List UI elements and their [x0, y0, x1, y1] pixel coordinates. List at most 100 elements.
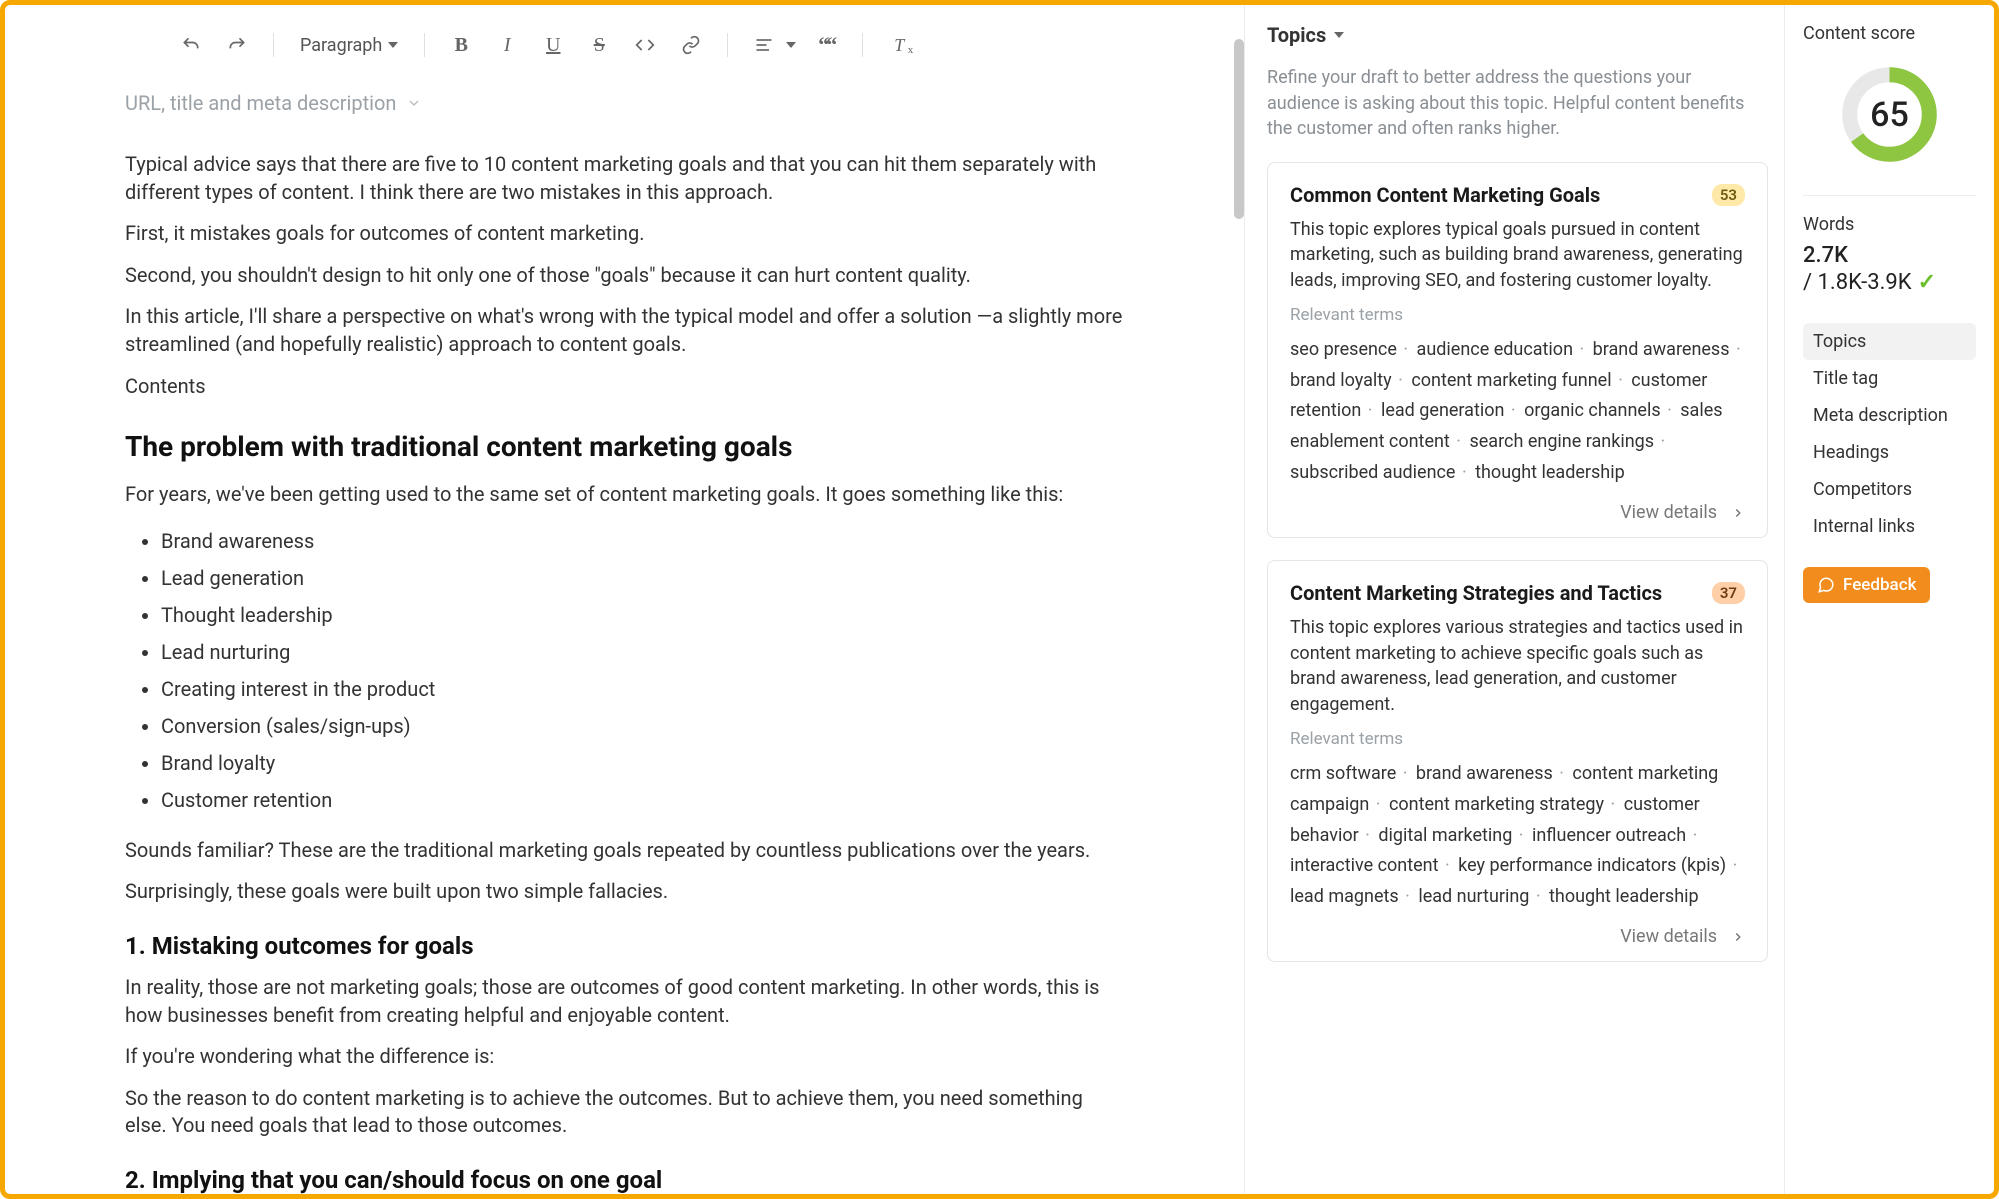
relevant-terms-label: Relevant terms: [1290, 305, 1745, 325]
term: crm software: [1290, 763, 1411, 784]
topic-terms: crm software brand awareness content mar…: [1290, 759, 1745, 912]
term: brand awareness: [1416, 763, 1568, 784]
list-item: Creating interest in the product: [161, 671, 1124, 708]
term: content marketing funnel: [1411, 370, 1626, 391]
editor-toolbar: Paragraph B I U S ““ Tx: [125, 29, 1124, 61]
toolbar-separator: [273, 33, 274, 57]
chevron-right-icon: [1731, 506, 1745, 520]
clear-format-icon[interactable]: Tx: [883, 29, 915, 61]
list-item: Brand loyalty: [161, 745, 1124, 782]
divider: [1803, 195, 1976, 196]
strikethrough-icon[interactable]: S: [583, 29, 615, 61]
chevron-down-icon: [786, 42, 796, 48]
term: content marketing strategy: [1389, 794, 1619, 815]
view-details-link[interactable]: View details: [1290, 502, 1745, 523]
list-item: Lead nurturing: [161, 634, 1124, 671]
term: search engine rankings: [1469, 431, 1669, 452]
term: lead generation: [1381, 400, 1520, 421]
quote-icon[interactable]: ““: [810, 29, 842, 61]
list-item: Customer retention: [161, 782, 1124, 819]
view-details-link[interactable]: View details: [1290, 926, 1745, 947]
code-icon[interactable]: [629, 29, 661, 61]
term: thought leadership: [1549, 886, 1705, 907]
words-value: 2.7K: [1803, 243, 1976, 268]
heading-2: The problem with traditional content mar…: [125, 430, 1124, 463]
term: lead nurturing: [1418, 886, 1544, 907]
term: brand loyalty: [1290, 370, 1407, 391]
score-nav: TopicsTitle tagMeta descriptionHeadingsC…: [1803, 323, 1976, 545]
topic-title: Common Content Marketing Goals: [1290, 183, 1600, 207]
term: brand awareness: [1593, 339, 1745, 360]
body-paragraph: If you're wondering what the difference …: [125, 1043, 1124, 1071]
score-nav-item[interactable]: Internal links: [1803, 508, 1976, 545]
feedback-label: Feedback: [1843, 575, 1916, 595]
score-nav-item[interactable]: Headings: [1803, 434, 1976, 471]
words-range: / 1.8K-3.9K ✓: [1803, 270, 1976, 295]
words-label: Words: [1803, 214, 1976, 235]
underline-icon[interactable]: U: [537, 29, 569, 61]
term: interactive content: [1290, 855, 1454, 876]
paragraph-style-dropdown[interactable]: Paragraph: [294, 31, 404, 60]
align-icon[interactable]: [748, 29, 780, 61]
topic-card: Common Content Marketing Goals53This top…: [1267, 162, 1768, 539]
url-meta-toggle[interactable]: URL, title and meta description: [125, 91, 1124, 115]
score-nav-item[interactable]: Title tag: [1803, 360, 1976, 397]
url-meta-label: URL, title and meta description: [125, 91, 396, 115]
body-paragraph: For years, we've been getting used to th…: [125, 481, 1124, 509]
bullet-list: Brand awarenessLead generationThought le…: [125, 523, 1124, 819]
score-nav-item[interactable]: Topics: [1803, 323, 1976, 360]
body-paragraph: Surprisingly, these goals were built upo…: [125, 878, 1124, 906]
term: digital marketing: [1378, 825, 1527, 846]
feedback-button[interactable]: Feedback: [1803, 567, 1930, 603]
chevron-down-icon: [1334, 32, 1344, 38]
topic-terms: seo presence audience education brand aw…: [1290, 335, 1745, 488]
term: thought leadership: [1475, 462, 1631, 483]
topic-score-badge: 37: [1712, 582, 1745, 604]
topics-dropdown[interactable]: Topics: [1267, 23, 1768, 47]
topic-title: Content Marketing Strategies and Tactics: [1290, 581, 1662, 605]
check-icon: ✓: [1918, 270, 1936, 295]
redo-icon[interactable]: [221, 29, 253, 61]
list-item: Conversion (sales/sign-ups): [161, 708, 1124, 745]
term: influencer outreach: [1532, 825, 1701, 846]
relevant-terms-label: Relevant terms: [1290, 729, 1745, 749]
score-nav-item[interactable]: Meta description: [1803, 397, 1976, 434]
term: key performance indicators (kpis): [1458, 855, 1741, 876]
link-icon[interactable]: [675, 29, 707, 61]
score-donut: 65: [1803, 62, 1976, 167]
term: seo presence: [1290, 339, 1412, 360]
score-nav-item[interactable]: Competitors: [1803, 471, 1976, 508]
document-body[interactable]: Typical advice says that there are five …: [125, 151, 1124, 1194]
term: lead magnets: [1290, 886, 1414, 907]
view-details-label: View details: [1620, 502, 1717, 523]
italic-icon[interactable]: I: [491, 29, 523, 61]
words-range-text: / 1.8K-3.9K: [1803, 270, 1912, 295]
body-paragraph: First, it mistakes goals for outcomes of…: [125, 220, 1124, 248]
score-value: 65: [1870, 95, 1909, 135]
view-details-label: View details: [1620, 926, 1717, 947]
score-panel: Content score 65 Words 2.7K / 1.8K-3.9K …: [1784, 5, 1994, 1194]
body-paragraph: In reality, those are not marketing goal…: [125, 974, 1124, 1029]
chevron-down-icon: [406, 95, 422, 111]
topics-panel: Topics Refine your draft to better addre…: [1244, 5, 1784, 1194]
body-paragraph: Contents: [125, 373, 1124, 401]
body-paragraph: Typical advice says that there are five …: [125, 151, 1124, 206]
scrollbar-thumb[interactable]: [1234, 39, 1244, 219]
list-item: Brand awareness: [161, 523, 1124, 560]
term: audience education: [1417, 339, 1589, 360]
term: subscribed audience: [1290, 462, 1471, 483]
content-score-label: Content score: [1803, 23, 1976, 44]
topic-card: Content Marketing Strategies and Tactics…: [1267, 560, 1768, 962]
list-item: Thought leadership: [161, 597, 1124, 634]
bold-icon[interactable]: B: [445, 29, 477, 61]
topic-description: This topic explores various strategies a…: [1290, 615, 1745, 717]
topic-score-badge: 53: [1712, 184, 1745, 206]
topics-header-label: Topics: [1267, 23, 1326, 47]
heading-3: 2. Implying that you can/should focus on…: [125, 1166, 1124, 1194]
undo-icon[interactable]: [175, 29, 207, 61]
toolbar-separator: [727, 33, 728, 57]
toolbar-separator: [424, 33, 425, 57]
body-paragraph: So the reason to do content marketing is…: [125, 1085, 1124, 1140]
chat-icon: [1817, 576, 1835, 594]
chevron-down-icon: [388, 42, 398, 48]
